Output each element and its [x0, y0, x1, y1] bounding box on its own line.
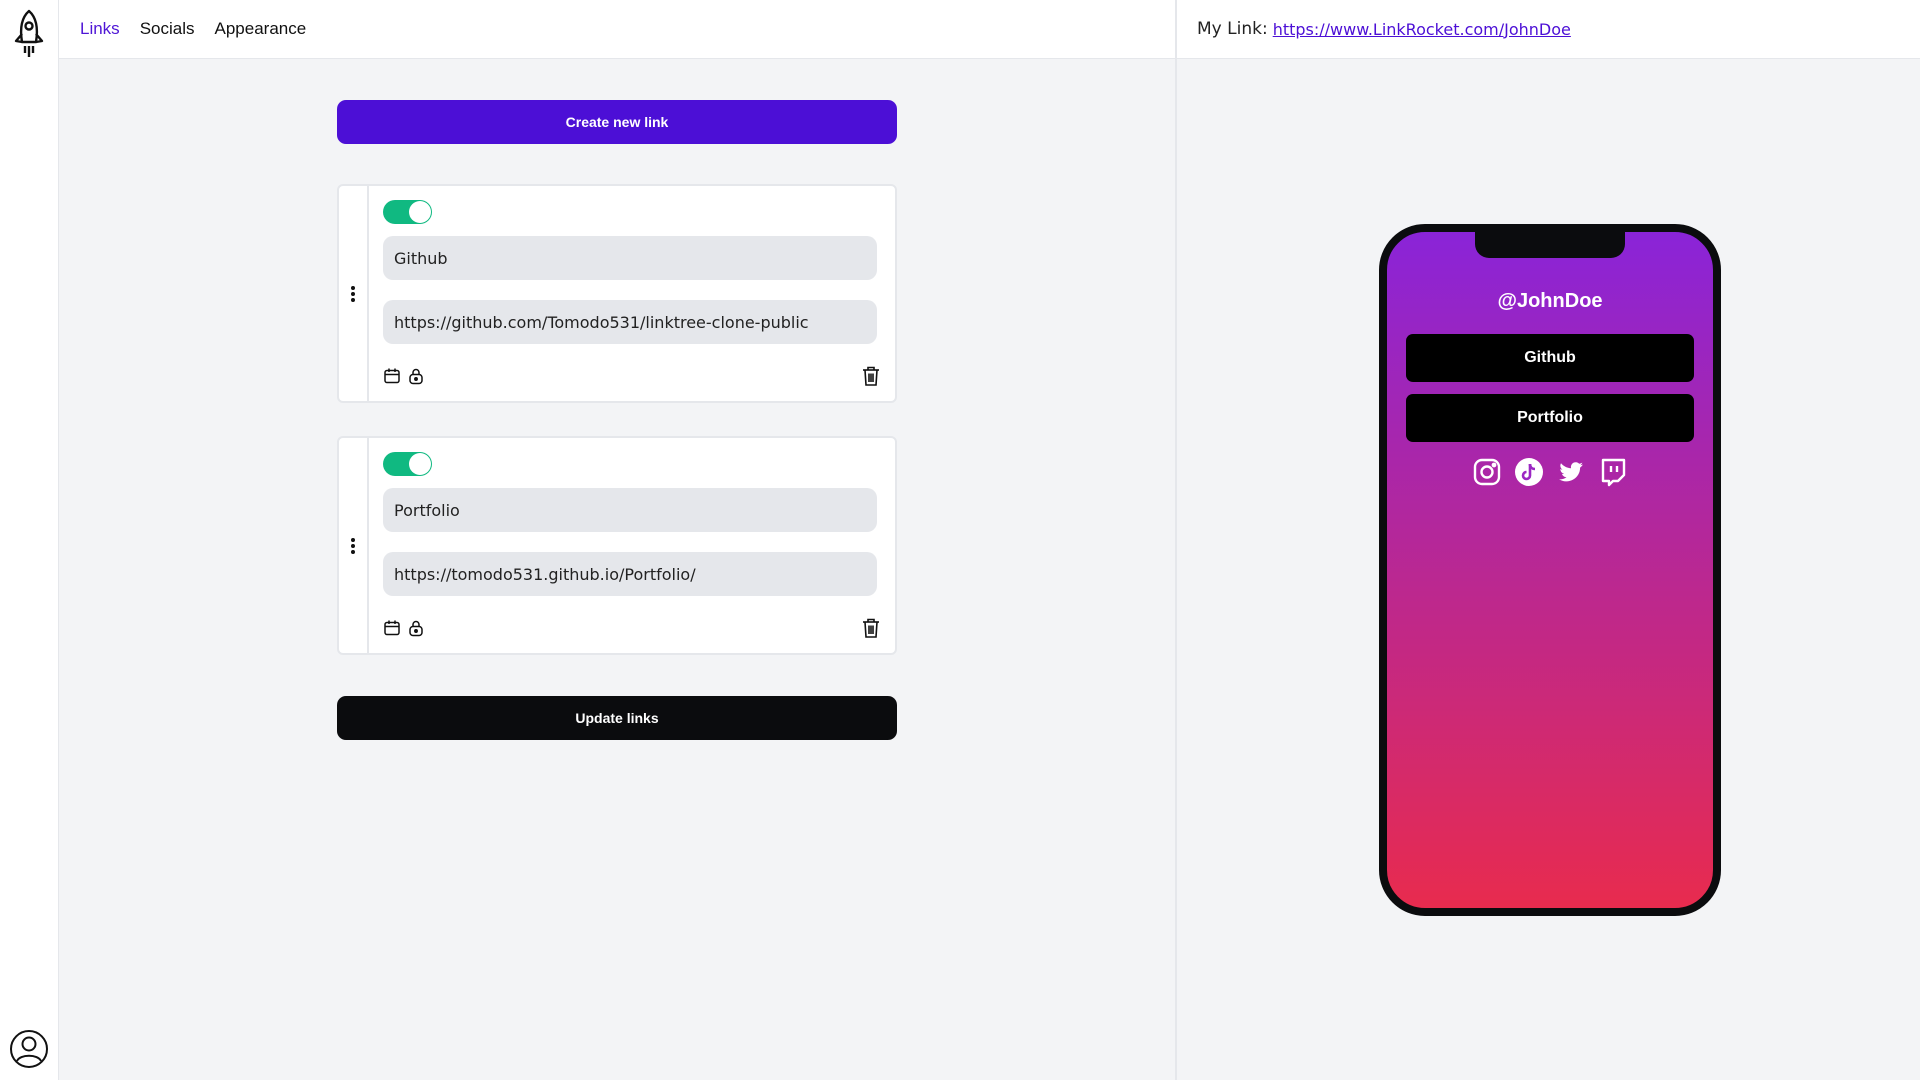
more-vertical-icon[interactable]: [350, 285, 356, 303]
link-enabled-toggle[interactable]: [383, 452, 432, 476]
social-icons-row: [1387, 457, 1713, 487]
editor-topbar: Links Socials Appearance: [59, 0, 1175, 59]
link-url-input[interactable]: [383, 300, 877, 344]
profile-username: @JohnDoe: [1497, 290, 1603, 312]
more-vertical-icon[interactable]: [350, 537, 356, 555]
delete-link-icon[interactable]: [861, 617, 881, 639]
tab-appearance[interactable]: Appearance: [215, 19, 307, 39]
my-link-bar: My Link: https://www.LinkRocket.com/John…: [1177, 0, 1920, 59]
instagram-icon[interactable]: [1472, 457, 1502, 487]
rocket-logo-icon[interactable]: [10, 8, 48, 58]
links-editor: Create new link Update links: [59, 59, 1175, 1080]
phone-preview: @JohnDoe Github Portfolio: [1379, 224, 1721, 916]
drag-handle[interactable]: [339, 186, 369, 401]
twitter-icon[interactable]: [1556, 457, 1586, 487]
delete-link-icon[interactable]: [861, 365, 881, 387]
calendar-icon[interactable]: [383, 619, 401, 637]
create-link-button[interactable]: Create new link: [337, 100, 897, 144]
user-avatar-icon[interactable]: [9, 1029, 49, 1069]
my-link-label: My Link:: [1197, 19, 1268, 39]
lock-icon[interactable]: [407, 367, 425, 385]
side-rail: [0, 0, 59, 1080]
link-url-input[interactable]: [383, 552, 877, 596]
preview-panel: My Link: https://www.LinkRocket.com/John…: [1175, 0, 1920, 1080]
drag-handle[interactable]: [339, 438, 369, 653]
link-title-input[interactable]: [383, 236, 877, 280]
link-enabled-toggle[interactable]: [383, 200, 432, 224]
link-title-input[interactable]: [383, 488, 877, 532]
tab-socials[interactable]: Socials: [140, 19, 195, 39]
calendar-icon[interactable]: [383, 367, 401, 385]
link-card: [337, 184, 897, 403]
preview-link-button[interactable]: Github: [1406, 334, 1694, 382]
tab-links[interactable]: Links: [80, 19, 120, 39]
tiktok-icon[interactable]: [1514, 457, 1544, 487]
lock-icon[interactable]: [407, 619, 425, 637]
preview-link-button[interactable]: Portfolio: [1406, 394, 1694, 442]
my-link-url[interactable]: https://www.LinkRocket.com/JohnDoe: [1273, 20, 1571, 39]
link-card: [337, 436, 897, 655]
phone-notch: [1475, 232, 1625, 258]
twitch-icon[interactable]: [1598, 457, 1628, 487]
update-links-button[interactable]: Update links: [337, 696, 897, 740]
